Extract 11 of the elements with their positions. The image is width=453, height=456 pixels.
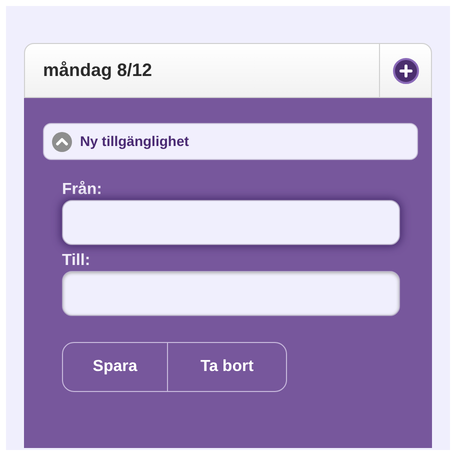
- input-field[interactable]: [62, 271, 400, 316]
- collapsible-header[interactable]: Ny tillgänglighet: [43, 123, 418, 160]
- field-label: Till:: [62, 251, 92, 271]
- plus-icon: [398, 64, 412, 78]
- field-label: Från:: [62, 180, 103, 200]
- chevron-up-icon: [52, 132, 72, 152]
- action-button[interactable]: Ta bort: [168, 342, 287, 392]
- input-field[interactable]: [62, 200, 400, 245]
- action-button[interactable]: Spara: [62, 342, 168, 392]
- day-title: måndag 8/12: [42, 59, 154, 82]
- add-button[interactable]: [392, 58, 418, 84]
